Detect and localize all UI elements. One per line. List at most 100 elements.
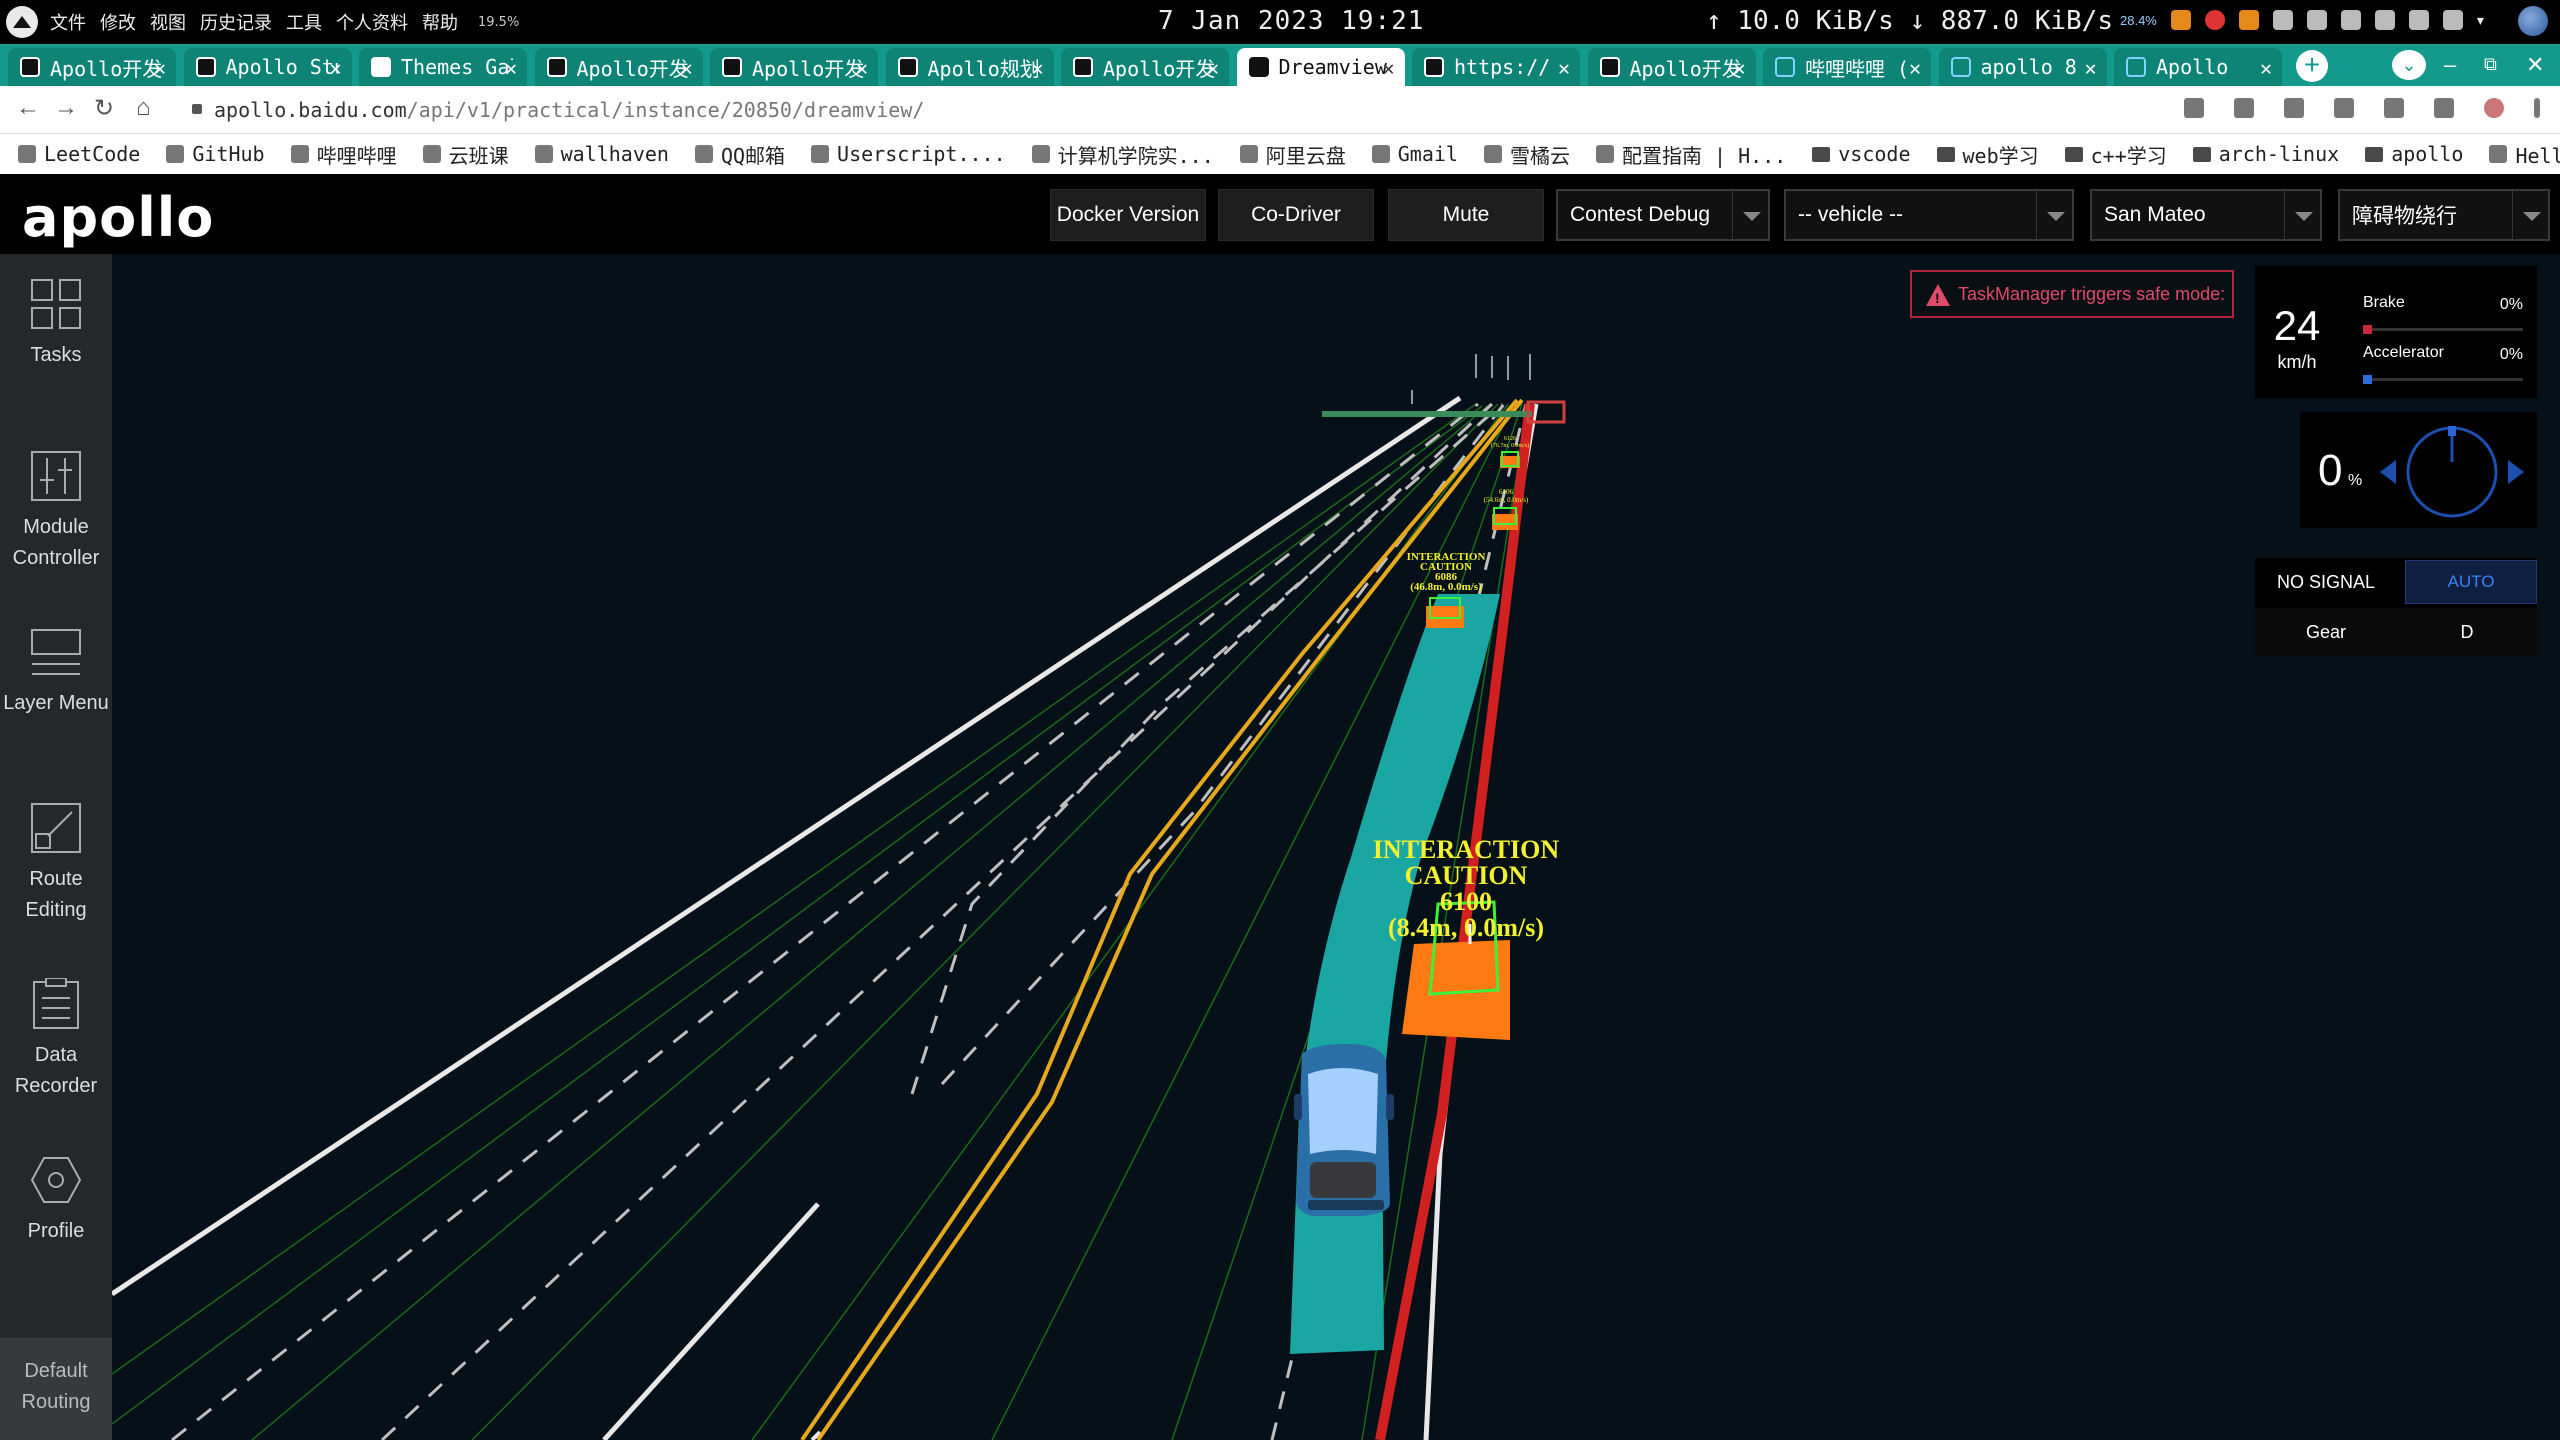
forward-arrow-icon[interactable]: → [54,94,78,122]
share-icon[interactable] [2234,98,2254,118]
menu-view[interactable]: 视图 [150,9,186,35]
bookmark-item[interactable]: 哔哩哔哩 [290,140,397,169]
co-driver-button[interactable]: Co-Driver [1218,189,1374,241]
tray-keyboard-icon[interactable] [2340,10,2361,30]
lock-icon[interactable] [192,104,202,114]
browser-tab[interactable]: https:// ✕ [1412,48,1580,86]
close-window-icon[interactable]: ✕ [2526,52,2544,78]
close-tab-icon[interactable]: ✕ [2084,56,2096,80]
bookmark-star-icon[interactable] [2284,98,2304,118]
user-avatar[interactable] [2518,6,2548,36]
home-icon[interactable]: ⌂ [136,94,151,122]
obstacle-6106[interactable] [1492,514,1518,530]
browser-tab[interactable]: Apollo开发 ✕ [1061,48,1229,86]
bookmark-item[interactable]: 阿里云盘 [1239,140,1346,169]
sidebar-item-data-recorder[interactable]: Data Recorder [0,954,112,1124]
default-routing-button[interactable]: Default Routing [0,1338,112,1440]
bookmark-folder[interactable]: arch-linux [2192,142,2339,166]
bookmark-item[interactable]: LeetCode [18,142,140,166]
bookmark-item[interactable]: GitHub [166,142,265,166]
scenario-select[interactable]: 障碍物绕行 [2338,189,2550,241]
scene-view[interactable]: INTERACTION CAUTION 6100 (8.4m, 0.0m/s) … [112,254,2560,1440]
tray-bluetooth-icon[interactable] [2408,10,2429,30]
browser-tab[interactable]: Apollo开发 ✕ [710,48,878,86]
tray-netease-icon[interactable] [2204,10,2225,30]
browser-tab[interactable]: Dreamview ✕ [1236,48,1405,86]
mode-select[interactable]: Contest Debug [1556,189,1770,241]
close-tab-icon[interactable]: ✕ [1909,56,1921,80]
tray-app-icon[interactable] [2170,10,2191,30]
translate-icon[interactable] [2184,98,2204,118]
close-tab-icon[interactable]: ✕ [329,56,341,80]
menu-history[interactable]: 历史记录 [200,9,272,35]
tray-menu-chevron-icon[interactable]: ▾ [2477,12,2484,29]
close-tab-icon[interactable]: ✕ [1733,56,1745,80]
browser-tab[interactable]: apollo 8 ✕ [1938,48,2107,86]
bookmark-item[interactable]: Gmail [1371,142,1458,166]
minimize-icon[interactable]: – [2444,52,2456,78]
bookmark-folder[interactable]: apollo [2365,142,2463,166]
close-tab-icon[interactable]: ✕ [680,56,692,80]
menu-file[interactable]: 文件 [50,9,86,35]
bookmark-item[interactable]: 配置指南 | H... [1595,140,1786,169]
chevron-down-icon[interactable] [2512,191,2548,239]
tab-search-chevron-icon[interactable]: ⌄ [2392,50,2426,80]
chevron-down-icon[interactable] [2284,191,2320,239]
bookmark-item[interactable]: wallhaven [534,142,669,166]
bookmark-item[interactable]: Userscript.... [811,142,1006,166]
chevron-down-icon[interactable] [1732,191,1768,239]
sidebar-item-tasks[interactable]: Tasks [0,254,112,424]
url-input[interactable]: apollo.baidu.com/api/v1/practical/instan… [214,98,924,122]
back-arrow-icon[interactable]: ← [16,94,40,122]
menu-tools[interactable]: 工具 [286,9,322,35]
browser-tab[interactable]: Apollo Studio✕ [183,48,352,86]
sidebar-item-layer-menu[interactable]: Layer Menu [0,602,112,772]
kebab-menu-icon[interactable] [2534,98,2540,118]
bookmark-item[interactable]: 雪橘云 [1483,140,1570,169]
close-tab-icon[interactable]: ✕ [2260,56,2272,80]
close-tab-icon[interactable]: ✕ [1031,56,1043,80]
profile-avatar-icon[interactable] [2484,98,2504,118]
sidebar-item-route-editing[interactable]: Route Editing [0,778,112,948]
bookmark-item[interactable]: 云班课 [422,140,509,169]
close-tab-icon[interactable]: ✕ [505,56,517,80]
bookmark-item[interactable]: QQ邮箱 [694,140,785,169]
bookmark-folder[interactable]: web学习 [1936,140,2039,169]
bookmark-folder[interactable]: c++学习 [2064,140,2167,169]
tray-wifi-icon[interactable] [2374,10,2395,30]
sidebar-item-profile[interactable]: Profile [0,1130,112,1300]
browser-tab[interactable]: Apollo开发 ✕ [534,48,703,86]
side-panel-icon[interactable] [2434,98,2454,118]
close-tab-icon[interactable]: ✕ [154,56,166,80]
close-tab-icon[interactable]: ✕ [1207,56,1219,80]
menu-edit[interactable]: 修改 [100,9,136,35]
tray-folder-icon[interactable] [2238,10,2259,30]
scene-canvas[interactable]: INTERACTION CAUTION 6100 (8.4m, 0.0m/s) … [112,254,2560,1440]
browser-tab[interactable]: Apollo开发 ✕ [1587,48,1756,86]
browser-tab[interactable]: Themes Gallery✕ [359,48,527,86]
close-tab-icon[interactable]: ✕ [1558,56,1570,80]
new-tab-button[interactable]: + [2296,50,2328,82]
docker-version-button[interactable]: Docker Version [1050,189,1206,241]
reload-icon[interactable]: ↻ [94,94,114,123]
tray-volume-icon[interactable] [2442,10,2463,30]
chevron-down-icon[interactable] [2036,191,2072,239]
browser-tab[interactable]: Apollo ✕ [2114,48,2282,86]
sidebar-item-module-controller[interactable]: Module Controller [0,426,112,596]
clock[interactable]: 7 Jan 2023 19:21 [1158,6,1424,36]
os-logo-icon[interactable] [6,6,38,38]
map-select[interactable]: San Mateo [2090,189,2322,241]
bookmark-item[interactable]: Hello 算法 [2489,140,2560,169]
bookmark-folder[interactable]: vscode [1812,142,1911,166]
menu-profile[interactable]: 个人资料 [336,9,408,35]
maximize-icon[interactable]: ⧉ [2484,54,2497,75]
extensions-icon[interactable] [2334,98,2354,118]
tray-media-icon[interactable] [2272,10,2293,30]
close-tab-icon[interactable]: ✕ [1382,56,1394,80]
browser-tab[interactable]: Apollo开发 ✕ [8,48,176,86]
close-tab-icon[interactable]: ✕ [856,56,868,80]
tray-clipboard-icon[interactable] [2306,10,2327,30]
browser-tab[interactable]: 哔哩哔哩 (✕ [1763,48,1931,86]
mute-button[interactable]: Mute [1388,189,1544,241]
reading-list-icon[interactable] [2384,98,2404,118]
